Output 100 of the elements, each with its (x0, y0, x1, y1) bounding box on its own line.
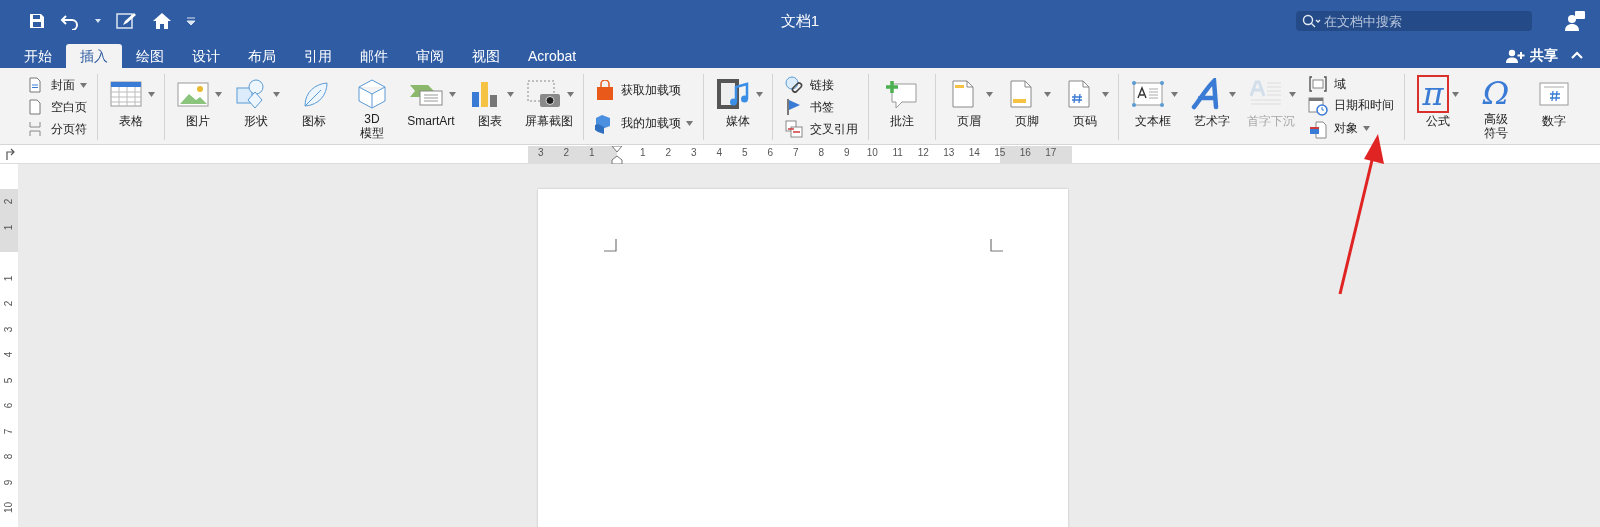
ribbon-tab[interactable]: 插入 (66, 44, 122, 68)
margin-corner-icon (604, 239, 617, 252)
ribbon-tab[interactable]: 邮件 (346, 44, 402, 68)
ruler-number: 14 (967, 145, 981, 160)
ruler-number: 12 (916, 145, 930, 160)
ruler-number: 4 (715, 145, 724, 160)
calendar-clock-icon (1308, 96, 1328, 116)
caret-icon (1229, 91, 1236, 97)
ribbon-button[interactable]: 图标 (287, 74, 341, 140)
ruler-number: 4 (3, 351, 15, 358)
symbol-glyph: Ω (1481, 76, 1511, 110)
ribbon-button[interactable]: 批注 (875, 74, 929, 140)
ribbon-button[interactable]: 页脚 (1000, 74, 1054, 140)
symbol-glyph: π (1421, 77, 1445, 111)
ribbon-button[interactable]: 页码 (1058, 74, 1112, 140)
text-box-icon (1130, 78, 1166, 110)
undo-icon[interactable] (60, 12, 80, 30)
ruler-number: 9 (842, 145, 851, 160)
ribbon-tab[interactable]: 布局 (234, 44, 290, 68)
ruler-number: 6 (766, 145, 775, 160)
customize-icon[interactable] (186, 16, 196, 26)
add-person-icon (1506, 49, 1526, 63)
table-icon (109, 78, 143, 110)
indent-marker-icon[interactable] (611, 145, 624, 164)
ribbon-button[interactable]: 对象 (1307, 118, 1394, 139)
window-title: 文档1 (780, 11, 820, 31)
ruler-number: 2 (562, 145, 571, 160)
ribbon-button[interactable]: 数字 (1527, 74, 1581, 140)
ruler-number: 5 (3, 377, 15, 384)
collapse-ribbon-icon[interactable] (1570, 50, 1584, 60)
ribbon-tab[interactable]: Acrobat (514, 44, 591, 68)
ribbon-button[interactable]: 日期和时间 (1307, 96, 1394, 116)
caret-icon (148, 91, 155, 97)
home-icon[interactable] (152, 12, 172, 30)
caret-icon (507, 91, 514, 97)
user-feedback-icon[interactable] (1564, 10, 1586, 32)
ribbon-button[interactable]: Ω 高级 符号 (1469, 74, 1523, 140)
margin-corner-icon (990, 239, 1003, 252)
tab-stop-icon[interactable] (5, 148, 15, 160)
caret-icon (756, 91, 763, 97)
link-icon (785, 76, 803, 94)
ribbon-button[interactable]: 书签 (783, 98, 858, 116)
save-icon[interactable] (28, 12, 46, 30)
ribbon-tab[interactable]: 审阅 (402, 44, 458, 68)
ribbon-button[interactable]: 屏幕截图 (521, 74, 577, 140)
ruler-number: 3 (536, 145, 545, 160)
cube-icon (355, 77, 389, 109)
ribbon-button[interactable]: 域 (1307, 75, 1394, 94)
ribbon-button[interactable]: 页眉 (942, 74, 996, 140)
comment-icon (884, 78, 920, 110)
ribbon-button[interactable]: SmartArt (403, 74, 459, 140)
film-music-icon (715, 77, 751, 111)
caret-icon (1451, 91, 1459, 97)
ribbon-button[interactable]: 我的加载项 (594, 112, 693, 135)
ribbon-tab[interactable]: 引用 (290, 44, 346, 68)
ruler-number: 1 (3, 275, 15, 282)
blank-page-icon (27, 99, 43, 115)
ribbon-button[interactable]: 3D 模型 (345, 74, 399, 140)
ruler-number: 10 (865, 145, 879, 160)
caret-icon (1044, 91, 1051, 97)
ribbon-button[interactable]: 表格 (104, 74, 158, 140)
ribbon-button[interactable]: 分页符 (24, 120, 87, 138)
ribbon-button[interactable]: π 公式 (1411, 74, 1465, 140)
ribbon-tab[interactable]: 绘图 (122, 44, 178, 68)
shopping-bag-icon (594, 79, 616, 102)
search-field[interactable]: 在文档中搜索 (1296, 11, 1532, 31)
screenshot-icon (526, 78, 562, 110)
caret-icon (567, 91, 574, 97)
ruler-number: 15 (993, 145, 1007, 160)
ribbon-button[interactable]: 媒体 (710, 74, 766, 140)
object-icon (1308, 118, 1328, 139)
ruler-number: 1 (587, 145, 596, 160)
caret-icon (986, 91, 993, 97)
ribbon-button[interactable]: 图片 (171, 74, 225, 140)
ribbon-tab[interactable]: 视图 (458, 44, 514, 68)
ribbon-tab[interactable]: 开始 (10, 44, 66, 68)
caret-icon (1171, 91, 1178, 97)
caret-icon[interactable] (94, 18, 102, 24)
ribbon-button[interactable]: 链接 (783, 76, 858, 94)
ruler-number: 16 (1018, 145, 1032, 160)
ribbon-button[interactable]: 形状 (229, 74, 283, 140)
share-button[interactable]: 共享 (1506, 44, 1558, 68)
ruler-number: 2 (3, 198, 15, 205)
ribbon-button[interactable]: 图表 (463, 74, 517, 140)
ribbon-button[interactable]: 艺术字 (1185, 74, 1239, 140)
ribbon-button[interactable]: 交叉引用 (783, 120, 858, 138)
caret-icon (449, 91, 456, 97)
ruler-number: 1 (638, 145, 647, 160)
ribbon-button[interactable]: 封面 (24, 76, 87, 94)
edit-document-icon[interactable] (116, 12, 138, 30)
ribbon-button[interactable]: 文本框 (1125, 74, 1181, 140)
ribbon-button[interactable]: 获取加载项 (594, 79, 693, 102)
caret-icon (686, 121, 693, 126)
page-break-icon (27, 121, 43, 137)
ribbon-tab[interactable]: 设计 (178, 44, 234, 68)
caret-icon (1102, 91, 1109, 97)
ruler-number: 2 (664, 145, 673, 160)
ribbon-button[interactable]: 空白页 (24, 98, 87, 116)
ruler-number: 3 (689, 145, 698, 160)
caret-icon (215, 91, 222, 97)
